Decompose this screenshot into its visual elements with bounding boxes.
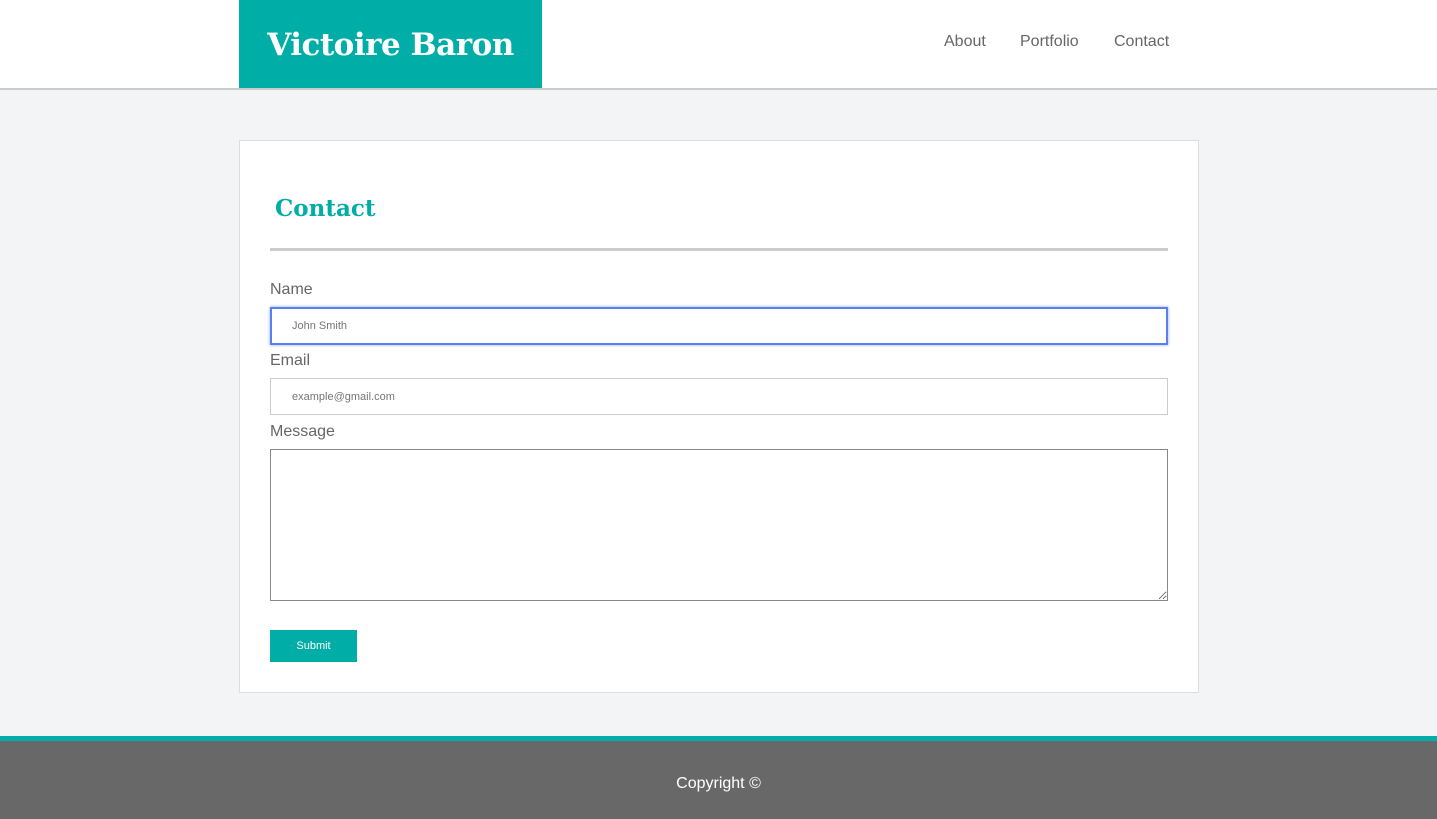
nav-portfolio[interactable]: Portfolio <box>1020 33 1079 51</box>
email-input[interactable] <box>270 378 1168 415</box>
name-label: Name <box>270 281 313 298</box>
message-label: Message <box>270 423 335 440</box>
email-label: Email <box>270 352 311 369</box>
site-footer: Copyright © <box>0 736 1437 819</box>
divider <box>270 248 1168 251</box>
copyright-text: Copyright © <box>676 775 761 792</box>
contact-card: Contact Name Email Message Submit <box>239 140 1199 693</box>
site-header: Victoire Baron About Portfolio Contact <box>0 0 1437 90</box>
nav-about[interactable]: About <box>944 33 986 51</box>
submit-button[interactable]: Submit <box>270 630 357 662</box>
name-input[interactable] <box>270 307 1168 345</box>
message-textarea[interactable] <box>270 449 1168 601</box>
nav-contact[interactable]: Contact <box>1114 33 1169 51</box>
site-logo[interactable]: Victoire Baron <box>239 0 542 88</box>
page-title: Contact <box>275 195 376 222</box>
